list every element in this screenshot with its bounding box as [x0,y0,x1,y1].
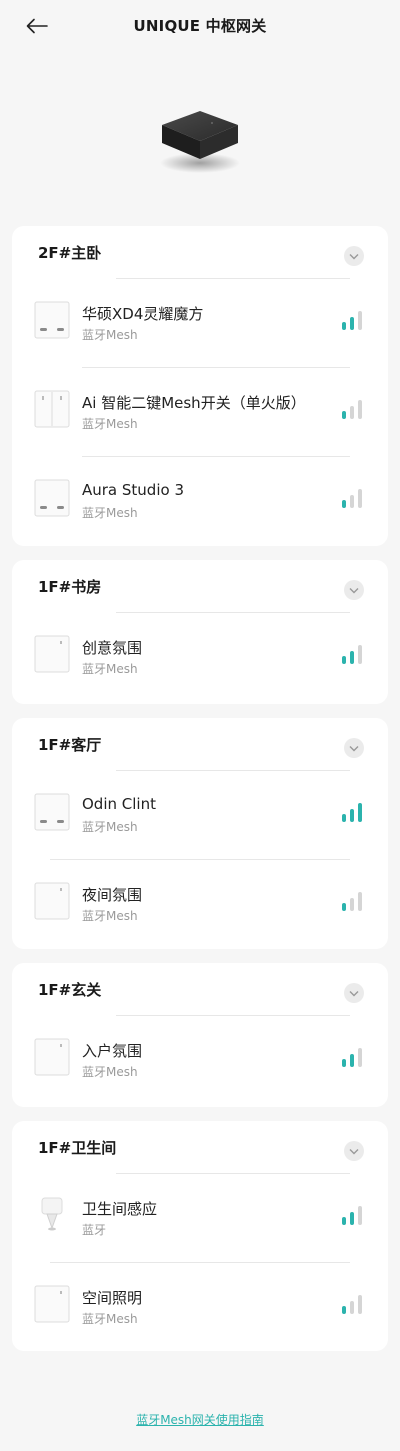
device-protocol: 蓝牙Mesh [82,662,138,676]
room-card: 1F#书房 创意氛围 蓝牙Mesh [12,560,388,704]
device-name: 空间照明 [82,1289,143,1307]
device-protocol: 蓝牙Mesh [82,506,138,520]
device-row[interactable]: Ai 智能二键Mesh开关（单火版） 蓝牙Mesh [12,368,388,456]
room-card: 1F#客厅 Odin Clint 蓝牙Mesh 夜间氛围 蓝牙Mesh [12,718,388,949]
switch-double-icon [34,793,70,831]
signal-strength-icon [342,892,362,911]
room-name: 2F#主卧 [38,244,102,262]
chevron-down-icon [349,1148,359,1154]
signal-strength-icon [342,1295,362,1314]
room-name: 1F#书房 [38,578,102,596]
device-row[interactable]: 卫生间感应 蓝牙 [12,1174,388,1262]
signal-strength-icon [342,311,362,330]
device-protocol: 蓝牙Mesh [82,417,138,431]
collapse-button[interactable] [344,738,364,758]
device-name: Odin Clint [82,795,156,813]
gateway-device-image [150,95,250,185]
device-name: Ai 智能二键Mesh开关（单火版） [82,394,306,412]
signal-strength-icon [342,489,362,508]
switch-panel-icon [34,390,70,428]
switch-double-icon [34,479,70,517]
chevron-down-icon [349,587,359,593]
panel-icon [34,635,70,673]
device-protocol: 蓝牙Mesh [82,328,138,342]
device-protocol: 蓝牙Mesh [82,909,138,923]
header: UNIQUE 中枢网关 [0,0,400,52]
room-name: 1F#客厅 [38,736,102,754]
signal-strength-icon [342,1206,362,1225]
signal-strength-icon [342,645,362,664]
signal-strength-icon [342,803,362,822]
device-row[interactable]: 入户氛围 蓝牙Mesh [12,1016,388,1104]
room-card: 2F#主卧 华硕XD4灵耀魔方 蓝牙Mesh Ai 智能二键Mesh开关（单火版… [12,226,388,546]
device-name: 卫生间感应 [82,1200,158,1218]
chevron-down-icon [349,990,359,996]
chevron-down-icon [349,745,359,751]
device-row[interactable]: 夜间氛围 蓝牙Mesh [12,860,388,948]
mesh-gateway-guide-link[interactable]: 蓝牙Mesh网关使用指南 [0,1411,400,1428]
device-name: Aura Studio 3 [82,481,184,499]
device-row[interactable]: 空间照明 蓝牙Mesh [12,1263,388,1351]
room-name: 1F#卫生间 [38,1139,117,1157]
panel-icon [34,1038,70,1076]
collapse-button[interactable] [344,983,364,1003]
collapse-button[interactable] [344,580,364,600]
device-row[interactable]: 创意氛围 蓝牙Mesh [12,613,388,701]
room-card: 1F#卫生间 卫生间感应 蓝牙 空间照明 蓝牙Mesh [12,1121,388,1351]
signal-strength-icon [342,1048,362,1067]
room-card: 1F#玄关 入户氛围 蓝牙Mesh [12,963,388,1107]
switch-double-icon [34,301,70,339]
device-protocol: 蓝牙Mesh [82,820,138,834]
device-protocol: 蓝牙Mesh [82,1065,138,1079]
device-row[interactable]: Odin Clint 蓝牙Mesh [12,771,388,859]
page-title: UNIQUE 中枢网关 [133,17,267,35]
device-protocol: 蓝牙Mesh [82,1312,138,1326]
device-name: 夜间氛围 [82,886,143,904]
device-row[interactable]: 华硕XD4灵耀魔方 蓝牙Mesh [12,279,388,367]
chevron-down-icon [349,253,359,259]
sensor-icon [34,1196,70,1234]
panel-icon [34,882,70,920]
device-protocol: 蓝牙 [82,1223,107,1237]
panel-icon [34,1285,70,1323]
signal-strength-icon [342,400,362,419]
device-name: 华硕XD4灵耀魔方 [82,305,204,323]
device-name: 创意氛围 [82,639,143,657]
collapse-button[interactable] [344,246,364,266]
device-name: 入户氛围 [82,1042,143,1060]
room-name: 1F#玄关 [38,981,102,999]
device-row[interactable]: Aura Studio 3 蓝牙Mesh [12,457,388,545]
collapse-button[interactable] [344,1141,364,1161]
